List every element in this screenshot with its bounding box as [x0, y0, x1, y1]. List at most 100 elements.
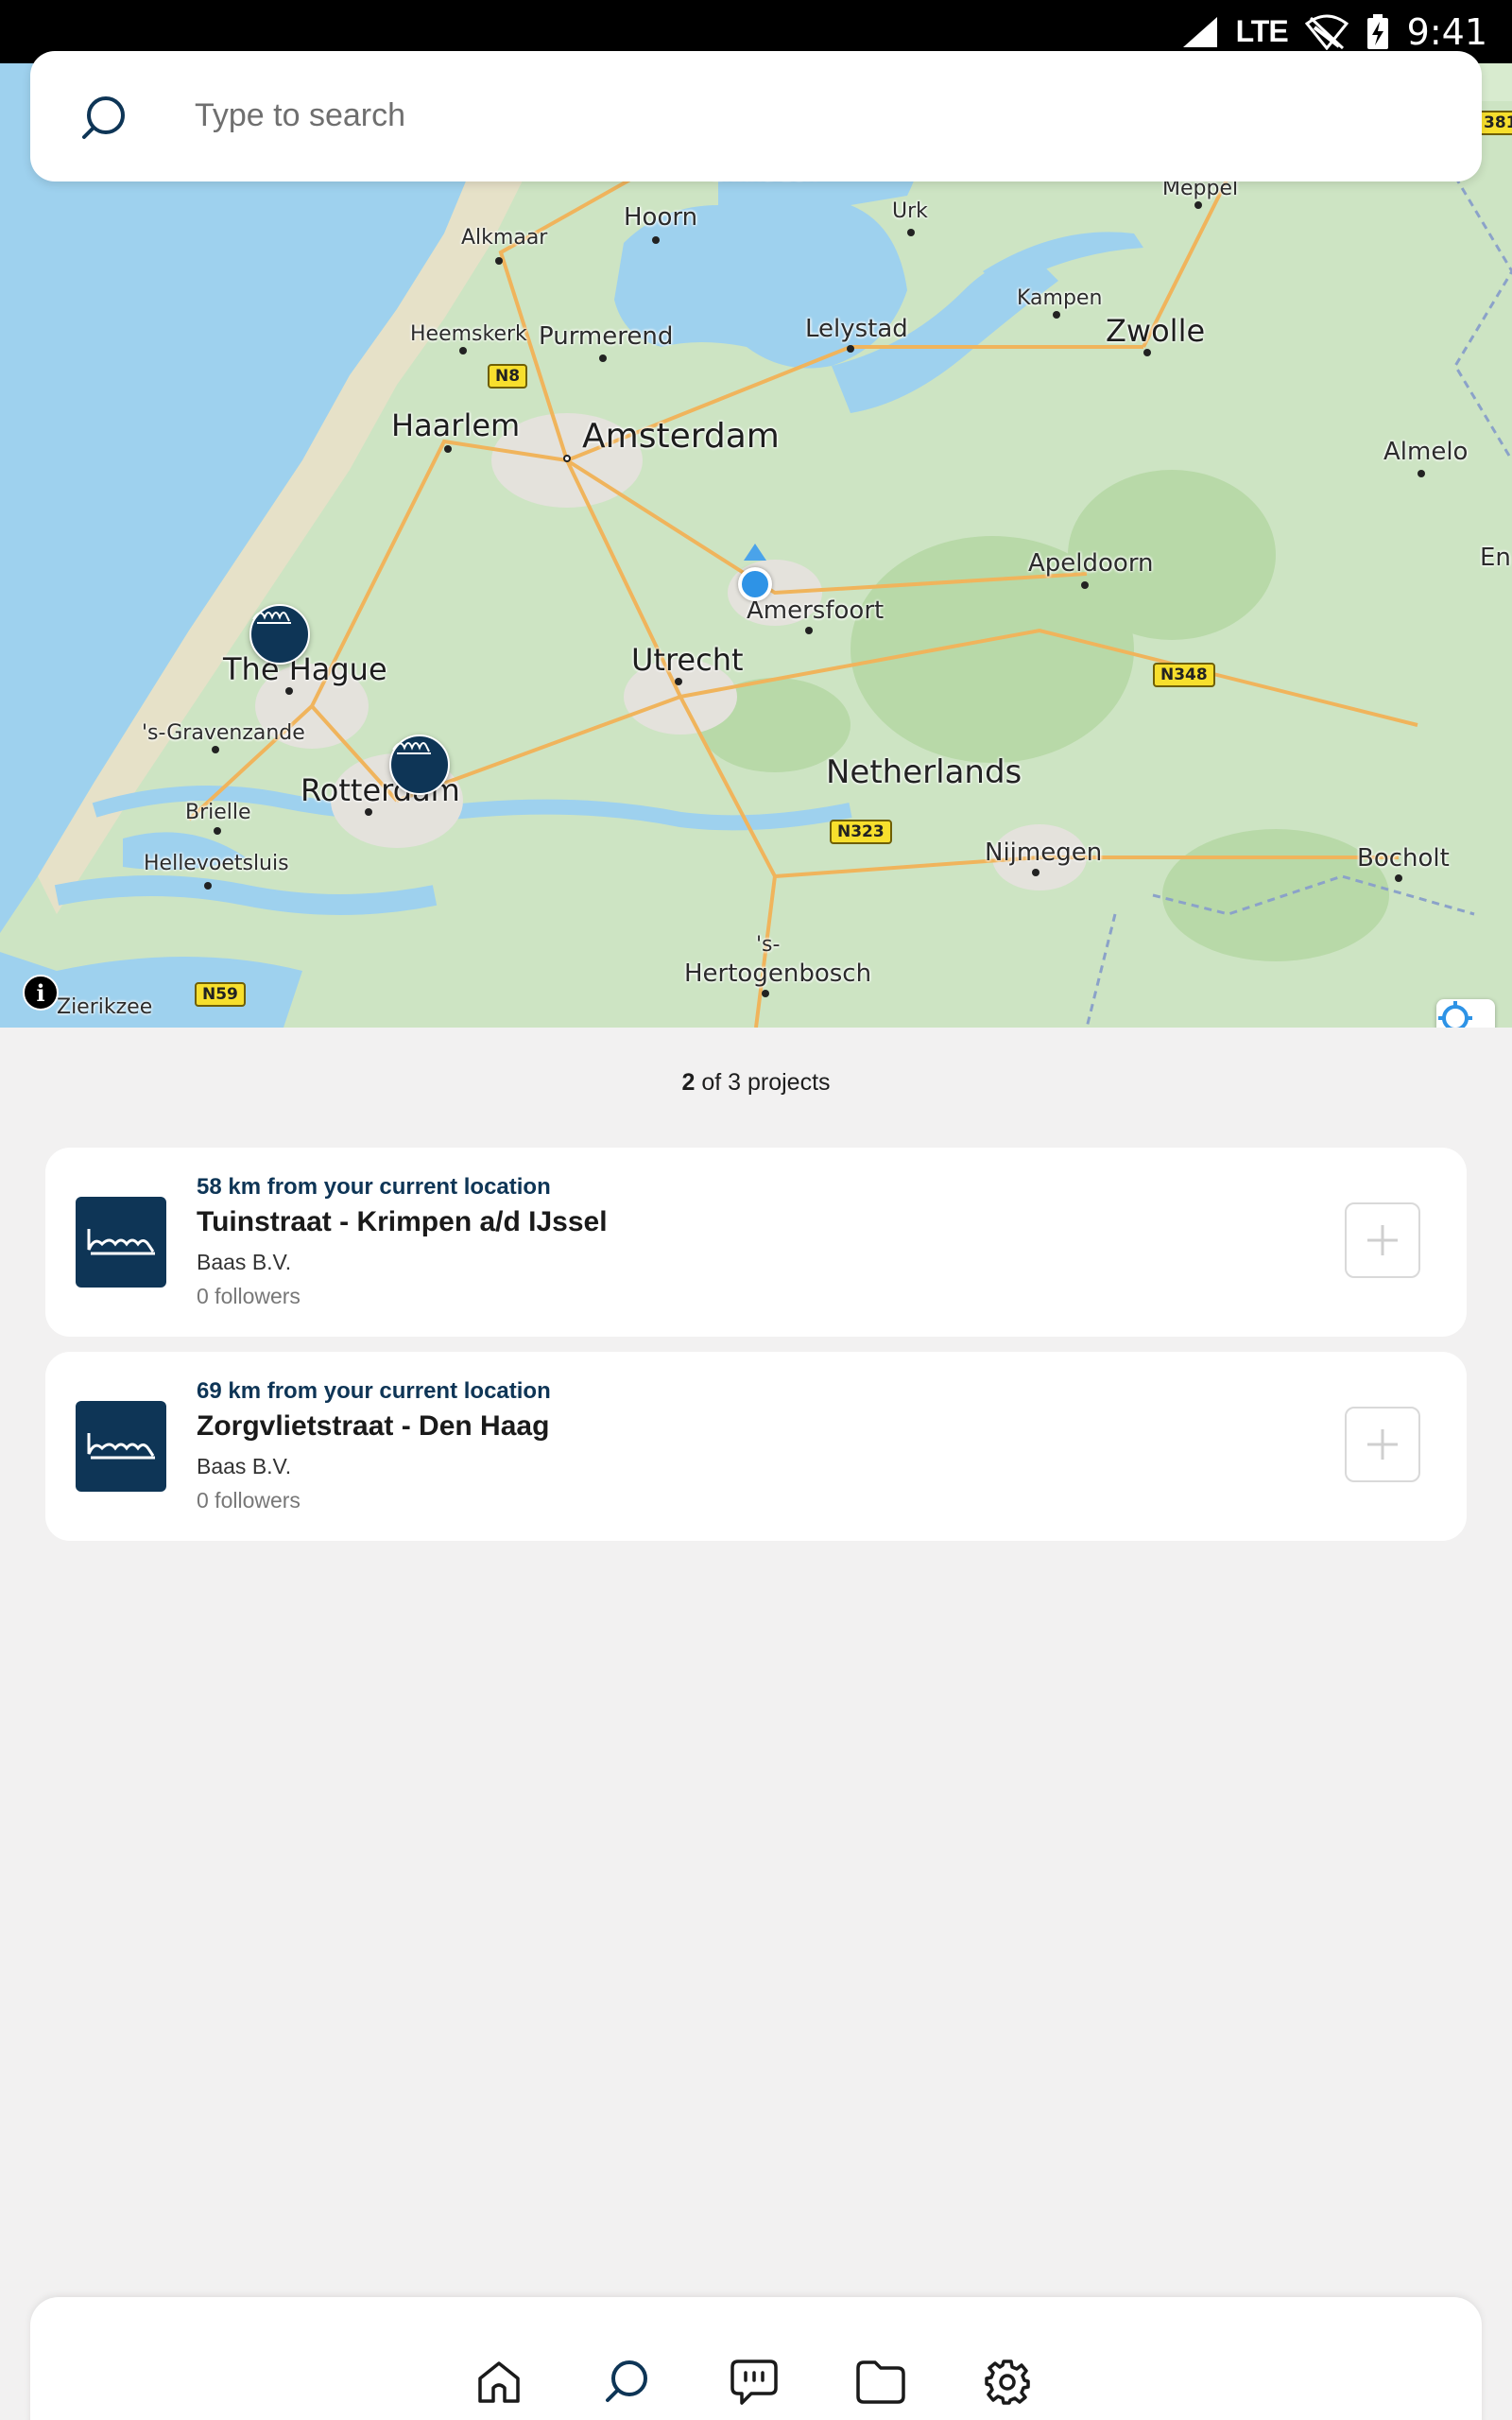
map-dot	[444, 445, 452, 453]
results-count: 2 of 3 projects	[0, 1069, 1512, 1097]
map-dot	[599, 354, 607, 362]
map-info-button[interactable]: i	[23, 975, 59, 1011]
map-label-kampen: Kampen	[1017, 286, 1103, 310]
plus-icon	[1367, 1429, 1398, 1460]
map-label-alkmaar: Alkmaar	[461, 226, 548, 250]
map-dot	[652, 236, 660, 244]
map-label-bocholt: Bocholt	[1357, 844, 1450, 873]
map-label-heemskerk: Heemskerk	[410, 322, 527, 346]
map-label-hellevoetsluis: Hellevoetsluis	[144, 852, 289, 875]
project-marker-krimpen[interactable]	[389, 735, 450, 795]
project-marker-den-haag[interactable]	[249, 604, 310, 665]
signal-icon	[1182, 16, 1217, 47]
nav-messages[interactable]	[726, 2354, 782, 2411]
map-label-nijmegen: Nijmegen	[985, 838, 1103, 867]
map-label-netherlands: Netherlands	[826, 753, 1022, 791]
recenter-location-button[interactable]	[1436, 999, 1495, 1028]
search-input[interactable]	[195, 89, 1423, 142]
map-dot	[1395, 874, 1402, 882]
gear-icon	[985, 2360, 1030, 2405]
wifi-off-icon	[1304, 14, 1349, 50]
road-shield-n323: N323	[830, 820, 892, 844]
follow-button[interactable]	[1345, 1407, 1420, 1482]
map-dot	[204, 882, 212, 890]
map-dot	[1081, 581, 1089, 589]
battery-charging-icon	[1366, 13, 1388, 49]
baas-logo-icon	[252, 612, 291, 624]
map-label-gravenzande: 's-Gravenzande	[142, 721, 305, 745]
project-company: Baas B.V.	[197, 1454, 292, 1478]
road-shield-n59: N59	[195, 982, 246, 1007]
nav-home[interactable]	[471, 2354, 527, 2411]
clock: 9:41	[1406, 10, 1487, 53]
map-label-the-hague: The Hague	[223, 651, 387, 687]
baas-logo-icon	[87, 1229, 155, 1255]
plus-icon	[1367, 1225, 1398, 1255]
map-dot	[805, 627, 813, 634]
map-label-brielle: Brielle	[185, 801, 251, 824]
network-type: LTE	[1235, 14, 1289, 48]
map-dot	[1053, 311, 1060, 319]
map-dot	[1032, 869, 1040, 876]
nav-projects[interactable]	[852, 2354, 909, 2411]
search-bar[interactable]	[30, 51, 1482, 182]
follow-button[interactable]	[1345, 1202, 1420, 1278]
search-icon	[606, 2360, 647, 2402]
results-shown: 2	[681, 1069, 696, 1096]
map-dot	[1143, 349, 1151, 356]
map-label-urk: Urk	[892, 199, 928, 223]
nav-search[interactable]	[599, 2354, 656, 2411]
nav-settings[interactable]	[979, 2354, 1036, 2411]
map-label-purmerend: Purmerend	[539, 322, 674, 351]
road-shield-n348: N348	[1153, 663, 1215, 687]
results-text: of 3 projects	[701, 1069, 831, 1096]
map-dot	[847, 345, 854, 353]
search-icon	[82, 96, 125, 139]
map-dot	[365, 808, 372, 816]
map-capital-dot	[563, 455, 571, 462]
crosshair-icon	[1438, 1001, 1472, 1028]
map-label-almelo: Almelo	[1383, 438, 1469, 466]
map-label-en: En	[1480, 544, 1511, 572]
map-dot	[675, 678, 682, 685]
chat-icon	[730, 2360, 778, 2405]
baas-logo-icon	[392, 742, 431, 754]
map-dot	[907, 229, 915, 236]
map-label-apeldoorn: Apeldoorn	[1028, 549, 1154, 578]
project-followers: 0 followers	[197, 1488, 301, 1512]
project-title: Tuinstraat - Krimpen a/d IJssel	[197, 1206, 608, 1237]
location-heading-indicator	[744, 544, 766, 561]
map-dot	[1194, 201, 1202, 209]
map-label-haarlem: Haarlem	[391, 407, 521, 443]
map-label-hoorn: Hoorn	[624, 203, 698, 232]
map-view[interactable]: Enkhuizen Hoorn Alkmaar Urk Meppel Heems…	[0, 63, 1512, 1028]
map-label-amsterdam: Amsterdam	[582, 417, 780, 456]
project-card[interactable]: 58 km from your current location Tuinstr…	[45, 1148, 1467, 1337]
project-distance: 58 km from your current location	[197, 1174, 551, 1200]
bottom-navigation	[30, 2297, 1482, 2420]
folder-icon	[856, 2360, 905, 2404]
map-label-zwolle: Zwolle	[1106, 313, 1206, 349]
company-logo	[76, 1401, 166, 1492]
current-location-dot	[738, 567, 772, 601]
project-distance: 69 km from your current location	[197, 1378, 551, 1404]
home-icon	[478, 2361, 520, 2403]
project-company: Baas B.V.	[197, 1250, 292, 1274]
map-dot	[762, 990, 769, 997]
map-dot	[495, 257, 503, 265]
map-dot	[1418, 470, 1425, 477]
project-card[interactable]: 69 km from your current location Zorgvli…	[45, 1352, 1467, 1541]
map-label-amersfoort: Amersfoort	[747, 596, 885, 625]
road-shield-n8: N8	[488, 364, 528, 389]
map-label-lelystad: Lelystad	[805, 315, 908, 343]
project-title: Zorgvlietstraat - Den Haag	[197, 1410, 550, 1442]
map-label-hertogenbosch-2: Hertogenbosch	[684, 959, 872, 988]
project-followers: 0 followers	[197, 1284, 301, 1308]
map-label-utrecht: Utrecht	[631, 642, 744, 678]
company-logo	[76, 1197, 166, 1288]
map-dot	[214, 827, 221, 835]
baas-logo-icon	[87, 1433, 155, 1460]
map-dot	[459, 347, 467, 354]
map-label-hertogenbosch-1: 's-	[756, 933, 781, 957]
map-dot	[285, 687, 293, 695]
